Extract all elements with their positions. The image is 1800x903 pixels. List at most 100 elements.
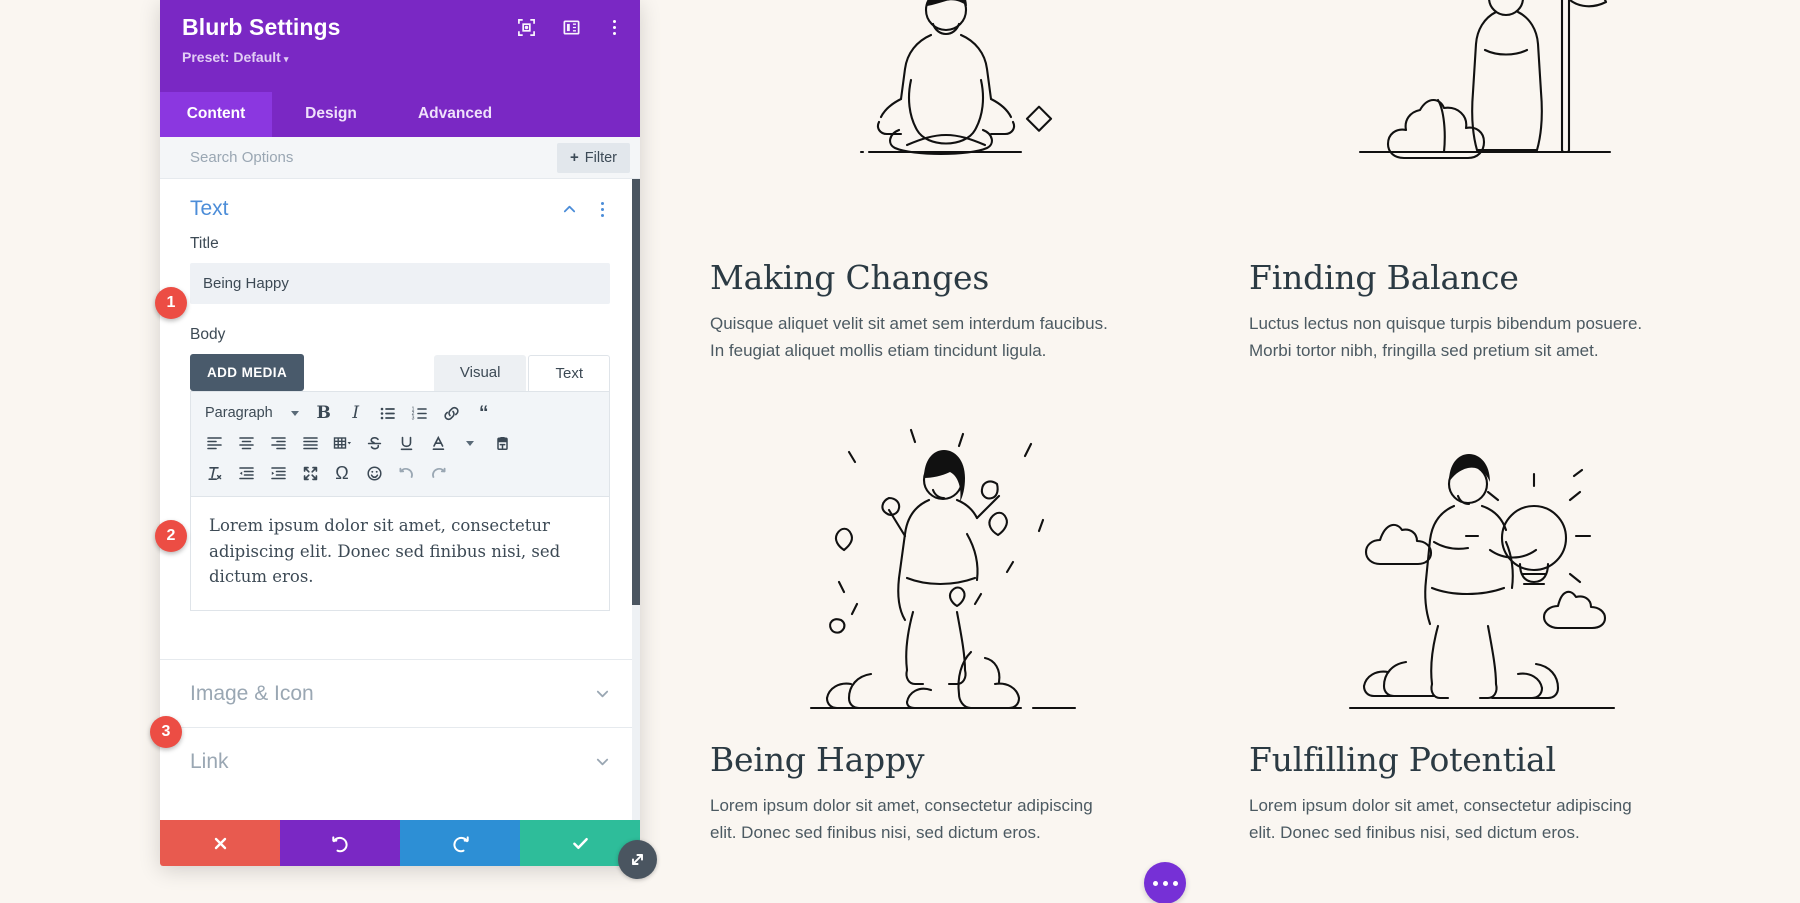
blurb-grid: Making Changes Quisque aliquet velit sit… [710,0,1720,846]
add-media-button[interactable]: ADD MEDIA [190,354,305,391]
tab-design[interactable]: Design [272,92,390,137]
fullscreen-icon[interactable] [295,459,325,488]
indent-icon[interactable] [263,459,293,488]
blurb-body: Quisque aliquet velit sit amet sem inter… [710,313,1108,360]
body-text: Lorem ipsum dolor sit amet, consectetur … [209,516,561,587]
undo-button[interactable] [280,820,400,866]
table-icon[interactable] [327,429,357,458]
align-center-icon[interactable] [231,429,261,458]
blurb-title: Making Changes [710,258,990,297]
undo-icon [331,835,348,852]
settings-scroll-area: Text Title Body [160,179,640,820]
blockquote-icon[interactable]: “ [469,399,499,428]
page-content: Making Changes Quisque aliquet velit sit… [640,0,1800,903]
page-settings-fab[interactable] [1144,862,1186,903]
search-bar: + Filter [160,137,640,179]
tab-advanced[interactable]: Advanced [390,92,520,137]
format-select[interactable]: Paragraph [199,399,307,428]
more-horizontal-icon [1162,880,1168,886]
paste-as-text-icon[interactable] [487,429,517,458]
strikethrough-icon[interactable] [359,429,389,458]
title-input[interactable] [190,263,610,304]
modal-header: Blurb Settings Preset: Default ▾ [160,0,640,92]
toolbar-row-1: Paragraph B I 1 2 3 “ [199,398,601,428]
toolbar-row-3: Ω [199,458,601,488]
blurb-title: Being Happy [710,739,925,779]
blurb-card: Fulfilling Potential Lorem ipsum dolor s… [1249,422,1720,846]
blurb-title: Fulfilling Potential [1249,739,1556,779]
filter-button[interactable]: + Filter [557,142,630,173]
cancel-button[interactable] [160,820,280,866]
text-color-icon[interactable] [423,429,453,458]
chevron-down-icon[interactable] [595,686,610,701]
more-vertical-icon[interactable] [607,19,622,36]
annotation-badge: 2 [155,520,187,552]
check-icon [572,837,588,849]
outdent-icon[interactable] [231,459,261,488]
tab-text[interactable]: Text [528,355,610,391]
chevron-down-icon [290,410,299,416]
underline-icon[interactable] [391,429,421,458]
close-icon [214,837,226,849]
body-field-group: Body [160,326,640,344]
format-select-value: Paragraph [205,405,273,421]
preset-selector[interactable]: Preset: Default ▾ [182,49,618,65]
tab-visual[interactable]: Visual [433,355,527,391]
chevron-up-icon[interactable] [562,202,577,217]
title-field-group: Title [160,235,640,304]
blurb-title: Finding Balance [1249,258,1519,297]
clear-formatting-icon[interactable] [199,459,229,488]
search-input[interactable] [190,149,557,166]
section-title-link: Link [190,749,229,773]
modal-footer [160,820,640,866]
image-icon-section[interactable]: Image & Icon [160,660,640,727]
editor-mode-tabs: Visual Text [433,355,610,391]
align-left-icon[interactable] [199,429,229,458]
more-horizontal-icon [1152,880,1158,886]
special-character-icon[interactable]: Ω [327,459,357,488]
title-label: Title [190,235,219,252]
undo-icon[interactable] [391,459,421,488]
svg-text:3: 3 [412,415,415,421]
link-section[interactable]: Link [160,728,640,795]
bold-icon[interactable]: B [309,399,339,428]
bulleted-list-icon[interactable] [373,399,403,428]
text-color-caret-icon[interactable] [455,429,485,458]
blurb-card: Finding Balance Luctus lectus non quisqu… [1249,0,1720,364]
person-holding-lightbulb-illustration [1249,422,1720,722]
modal-tabs: Content Design Advanced [160,92,640,137]
focus-target-icon[interactable] [517,18,536,37]
numbered-list-icon[interactable]: 1 2 3 [405,399,435,428]
scrollbar-track[interactable] [632,179,640,820]
celebrating-person-illustration [710,422,1181,722]
resize-diagonal-icon [632,854,643,865]
redo-button[interactable] [400,820,520,866]
link-icon[interactable] [437,399,467,428]
meditating-person-illustration [710,0,1181,240]
blurb-card: Making Changes Quisque aliquet velit sit… [710,0,1181,364]
scrollbar-thumb[interactable] [632,179,640,605]
italic-icon[interactable]: I [341,399,371,428]
blurb-body: Luctus lectus non quisque turpis bibendu… [1249,313,1643,360]
chevron-down-icon[interactable] [595,754,610,769]
section-header-text[interactable]: Text [160,179,640,235]
body-textarea[interactable]: Lorem ipsum dolor sit amet, consectetur … [190,496,610,611]
emoji-icon[interactable] [359,459,389,488]
blurb-settings-modal: Blurb Settings Preset: Default ▾ Content… [160,0,640,866]
align-right-icon[interactable] [263,429,293,458]
annotation-badge: 3 [150,716,182,748]
preset-label: Preset: Default [182,48,281,65]
body-editor: ADD MEDIA Visual Text Paragraph B I 1 2 … [160,354,640,611]
screen: Making Changes Quisque aliquet velit sit… [0,0,1800,903]
annotation-badge: 1 [155,287,187,319]
tab-content[interactable]: Content [160,92,272,137]
align-justify-icon[interactable] [295,429,325,458]
layout-panel-icon[interactable] [562,18,581,37]
section-title-image-icon: Image & Icon [190,681,314,705]
chevron-down-icon: ▾ [283,53,289,64]
section-title-text: Text [190,197,229,220]
section-more-icon[interactable] [595,201,610,218]
blurb-body: Lorem ipsum dolor sit amet, consectetur … [1249,795,1632,842]
redo-icon[interactable] [423,459,453,488]
modal-resize-handle[interactable] [618,840,657,879]
